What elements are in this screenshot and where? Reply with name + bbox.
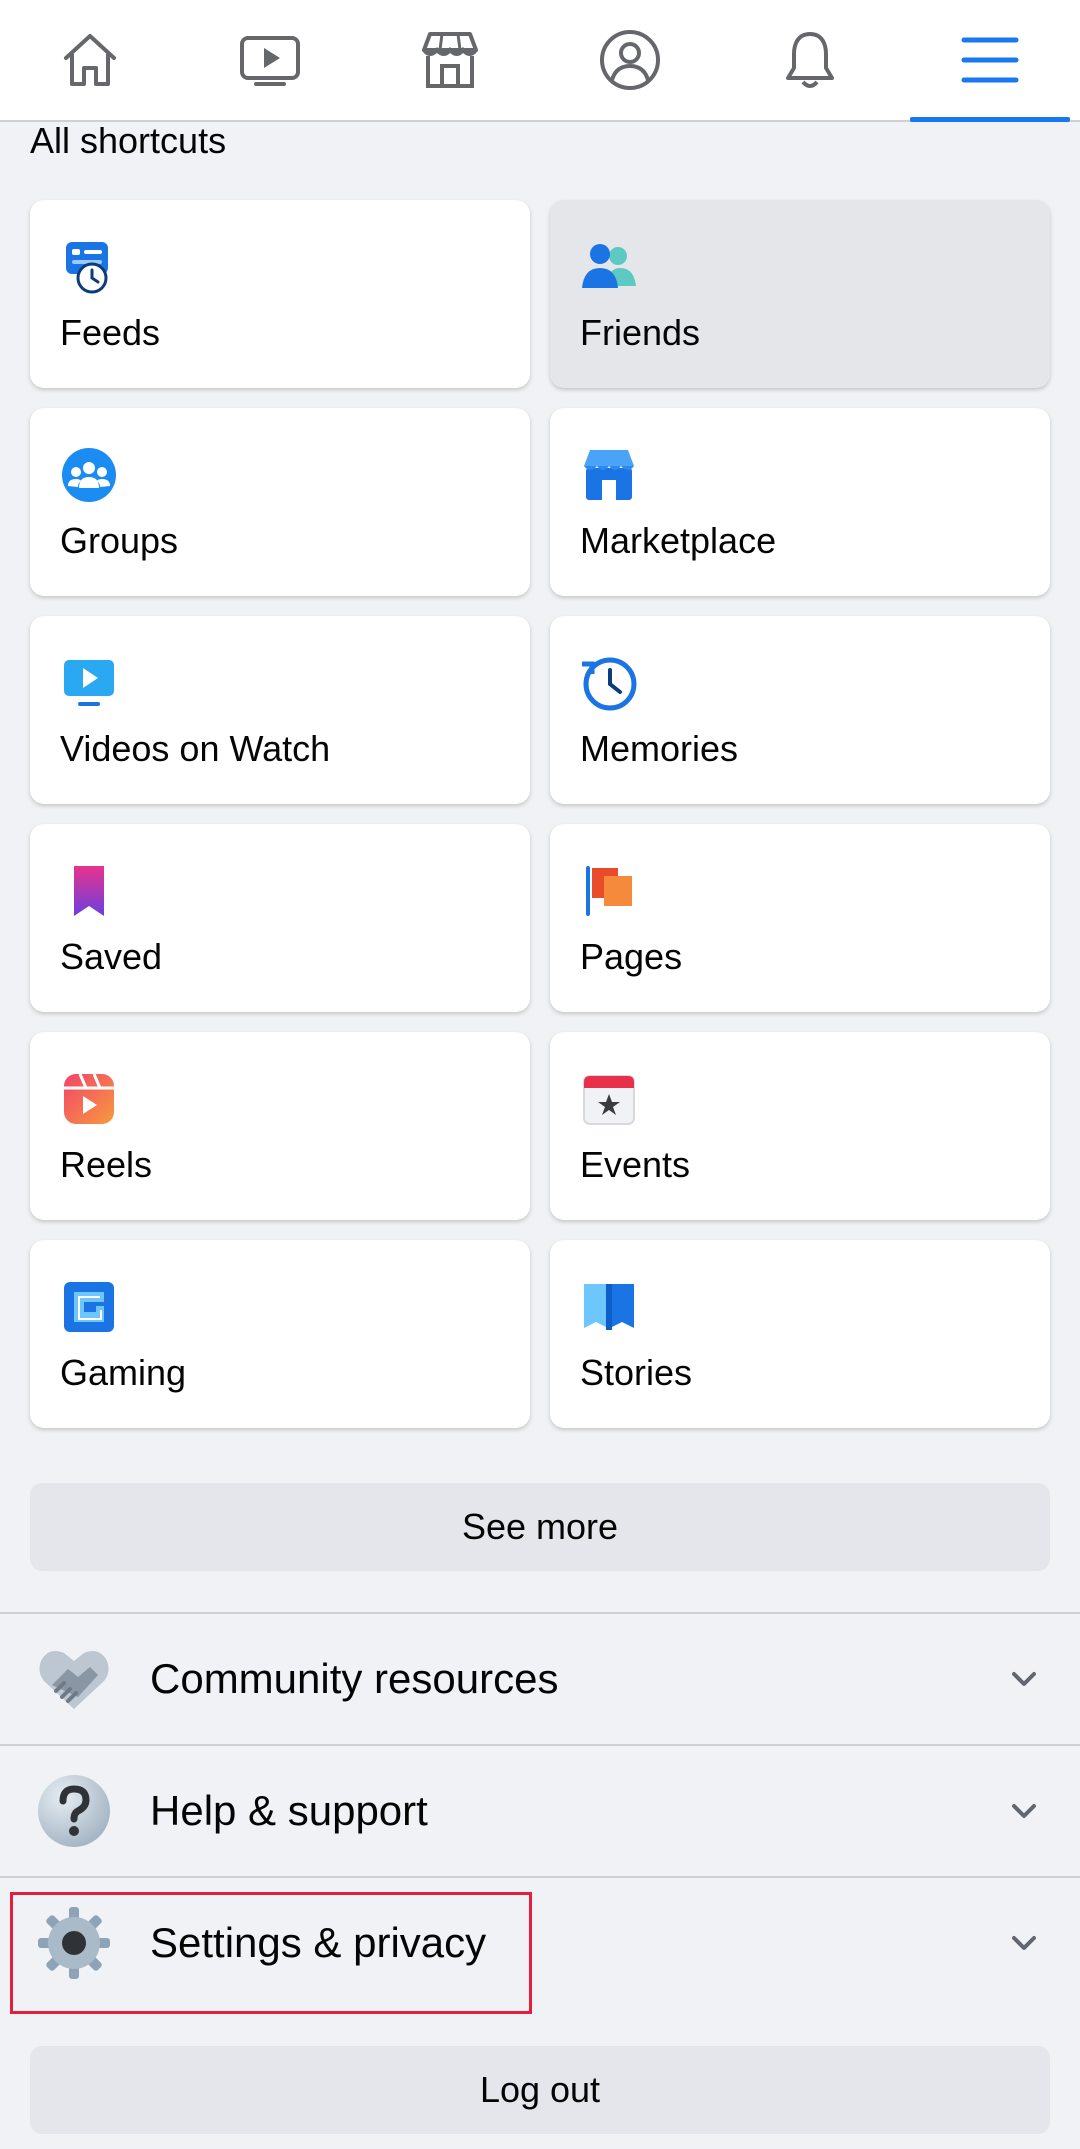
section-help-support[interactable]: Help & support xyxy=(0,1746,1080,1876)
tab-menu[interactable] xyxy=(900,0,1080,122)
events-calendar-icon xyxy=(580,1070,638,1128)
menu-hamburger-icon xyxy=(961,37,1019,83)
marketplace-shop-icon xyxy=(580,446,638,504)
section-label: Help & support xyxy=(150,1787,428,1834)
shortcut-feeds[interactable]: Feeds xyxy=(30,200,530,388)
profile-icon xyxy=(600,30,660,90)
shortcut-memories[interactable]: Memories xyxy=(550,616,1050,804)
memories-clock-icon xyxy=(580,654,638,712)
shortcut-friends[interactable]: Friends xyxy=(550,200,1050,388)
shortcut-label: Memories xyxy=(580,728,739,769)
shortcut-saved[interactable]: Saved xyxy=(30,824,530,1012)
shortcut-marketplace[interactable]: Marketplace xyxy=(550,408,1050,596)
tab-home[interactable] xyxy=(0,0,180,120)
stories-book-icon xyxy=(580,1278,638,1336)
section-settings-privacy[interactable]: Settings & privacy xyxy=(0,1878,1080,2008)
tab-marketplace[interactable] xyxy=(360,0,540,120)
shortcut-label: Events xyxy=(580,1144,691,1185)
shortcut-label: Pages xyxy=(580,936,683,977)
chevron-down-icon xyxy=(1006,1793,1042,1829)
tab-profile[interactable] xyxy=(540,0,720,120)
reels-icon xyxy=(60,1070,118,1128)
shortcut-events[interactable]: Events xyxy=(550,1032,1050,1220)
section-label: Community resources xyxy=(150,1655,559,1702)
video-icon xyxy=(60,654,118,712)
shortcut-label: Saved xyxy=(60,936,163,977)
shortcut-pages[interactable]: Pages xyxy=(550,824,1050,1012)
question-mark-icon xyxy=(34,1771,114,1851)
shortcut-groups[interactable]: Groups xyxy=(30,408,530,596)
shortcut-reels[interactable]: Reels xyxy=(30,1032,530,1220)
shortcut-label: Groups xyxy=(60,520,179,561)
shortcut-gaming[interactable]: Gaming xyxy=(30,1240,530,1428)
bookmark-icon xyxy=(60,862,118,920)
groups-icon xyxy=(60,446,118,504)
pages-flag-icon xyxy=(580,862,638,920)
shortcut-label: Feeds xyxy=(60,312,161,353)
feeds-icon xyxy=(60,238,118,296)
section-label: Settings & privacy xyxy=(150,1919,487,1966)
top-nav-bar xyxy=(0,0,1080,122)
friends-icon xyxy=(580,238,638,296)
shortcut-stories[interactable]: Stories xyxy=(550,1240,1050,1428)
home-icon xyxy=(64,34,116,86)
shortcut-label: Friends xyxy=(580,312,701,353)
gear-icon xyxy=(34,1903,114,1983)
section-title-all-shortcuts: All shortcuts xyxy=(30,120,227,161)
shortcut-label: Stories xyxy=(580,1352,693,1393)
section-community-resources[interactable]: Community resources xyxy=(0,1614,1080,1744)
see-more-button[interactable]: See more xyxy=(30,1483,1050,1571)
handshake-icon xyxy=(34,1639,114,1719)
shortcuts-grid: Feeds Friends Groups Marketplace Videos … xyxy=(30,200,1050,1428)
shortcut-videos-on-watch[interactable]: Videos on Watch xyxy=(30,616,530,804)
notifications-bell-icon xyxy=(786,32,834,88)
shortcut-label: Marketplace xyxy=(580,520,777,561)
shortcut-label: Gaming xyxy=(60,1352,187,1393)
shortcut-label: Videos on Watch xyxy=(60,728,331,769)
shortcut-label: Reels xyxy=(60,1144,153,1185)
logout-button[interactable]: Log out xyxy=(30,2046,1050,2134)
tab-watch[interactable] xyxy=(180,0,360,120)
chevron-down-icon xyxy=(1006,1925,1042,1961)
tab-notifications[interactable] xyxy=(720,0,900,120)
gaming-icon xyxy=(60,1278,118,1336)
marketplace-icon xyxy=(422,32,478,88)
chevron-down-icon xyxy=(1006,1661,1042,1697)
watch-icon xyxy=(240,36,300,86)
